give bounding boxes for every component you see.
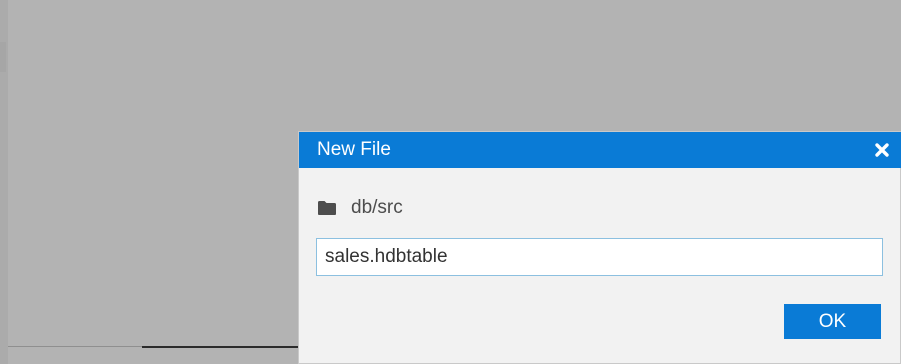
dialog-title: New File xyxy=(317,139,391,160)
folder-icon xyxy=(317,200,337,216)
filename-input[interactable] xyxy=(316,238,883,276)
close-icon xyxy=(875,143,889,157)
new-file-dialog: New File db/src OK xyxy=(298,131,901,364)
background-scrollbar xyxy=(142,346,298,348)
close-button[interactable] xyxy=(870,138,894,162)
folder-path-label: db/src xyxy=(351,197,403,218)
background-sidebar-marker xyxy=(0,42,6,72)
dialog-header: New File xyxy=(299,132,901,168)
ok-button[interactable]: OK xyxy=(784,304,881,339)
